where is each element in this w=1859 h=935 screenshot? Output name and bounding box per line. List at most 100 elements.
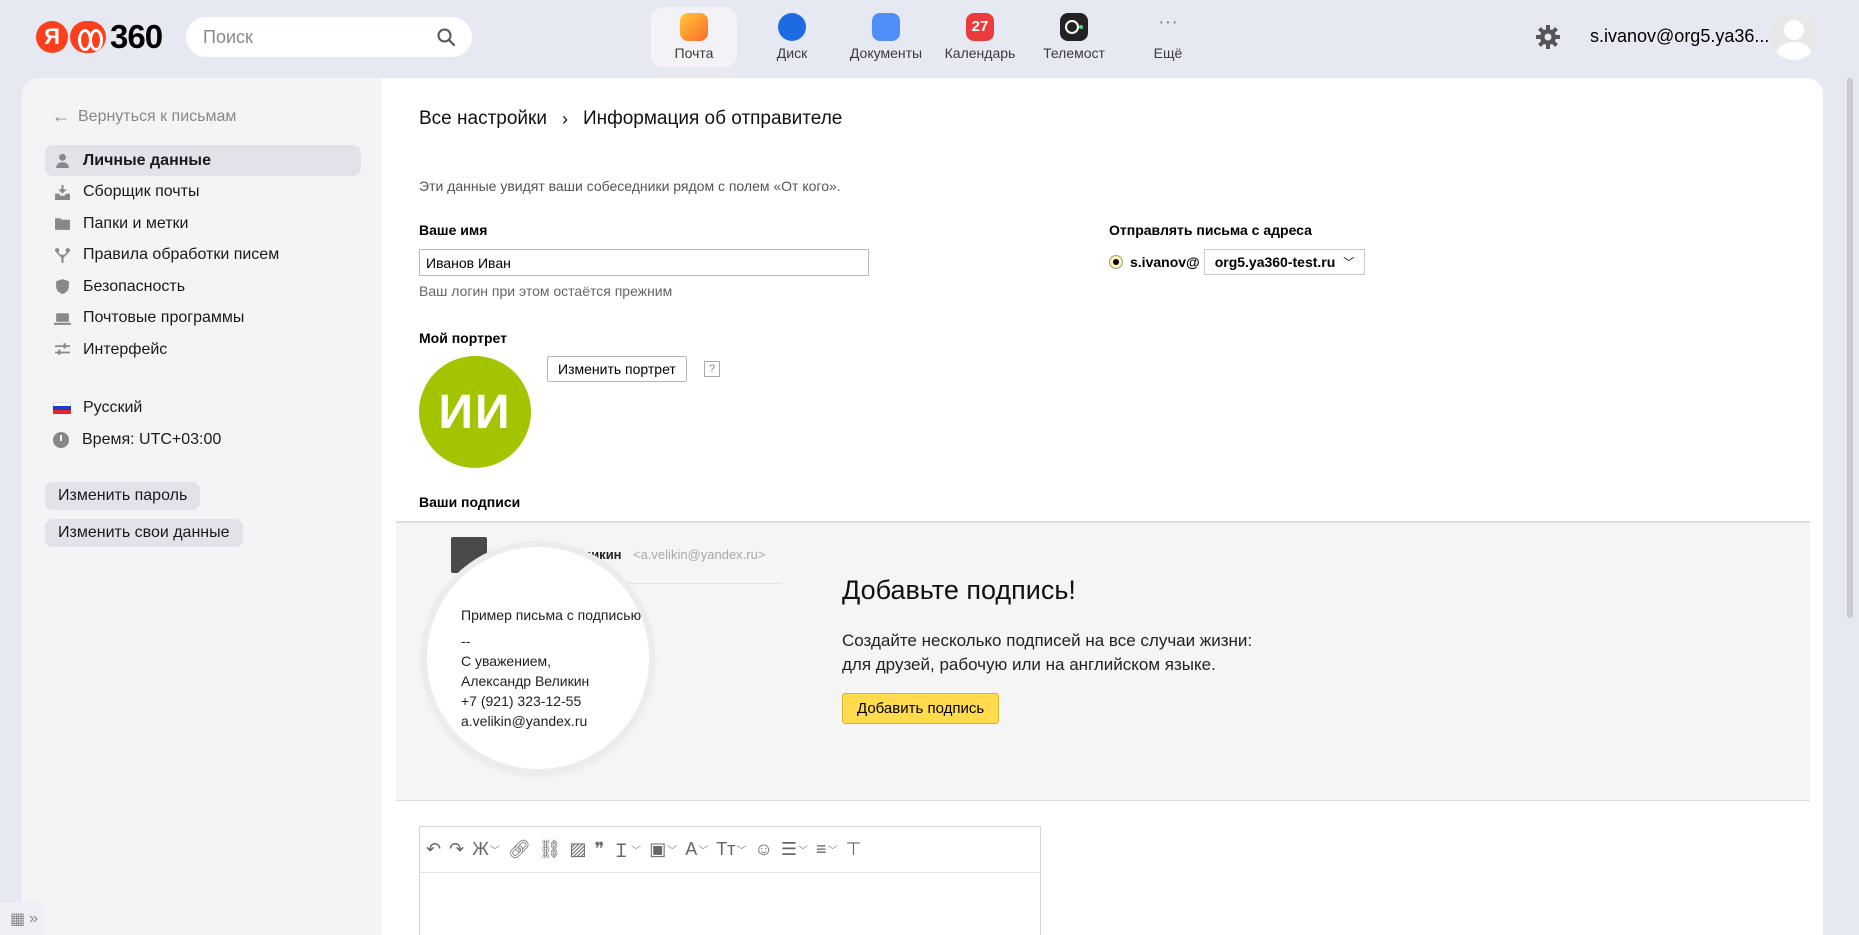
- domain-select[interactable]: org5.ya360-test.ru ﹀: [1203, 249, 1366, 275]
- language-label: Русский: [83, 398, 143, 416]
- image-icon[interactable]: ▨: [570, 839, 587, 860]
- clock-icon: [53, 431, 69, 448]
- app-label: Ещё: [1153, 45, 1183, 61]
- chevron-double-right-icon: »: [29, 909, 39, 927]
- text-case-icon[interactable]: Tт ﹀: [716, 839, 746, 860]
- app-label: Диск: [776, 45, 808, 61]
- app-more[interactable]: ··· Ещё: [1121, 7, 1215, 67]
- yandex-360-logo[interactable]: Я 360: [36, 18, 163, 56]
- calendar-icon: 27: [966, 13, 994, 41]
- documents-icon: [872, 13, 900, 41]
- example-phone: +7 (921) 323-12-55: [461, 693, 582, 709]
- text-style-icon[interactable]: ▣ ﹀: [649, 839, 677, 860]
- name-label: Ваше имя: [419, 222, 488, 238]
- search-icon[interactable]: [436, 27, 456, 47]
- add-text-line-1: Создайте несколько подписей на все случа…: [842, 631, 1253, 650]
- breadcrumb: Все настройки › Информация об отправител…: [419, 108, 842, 130]
- align-icon[interactable]: ≡ ﹀: [816, 839, 838, 860]
- domain-value: org5.ya360-test.ru: [1214, 254, 1336, 270]
- add-signature-button[interactable]: Добавить подпись: [842, 693, 1000, 724]
- person-icon: [53, 152, 71, 170]
- inbox-download-icon: [53, 183, 71, 201]
- arrow-left-icon: ←: [52, 106, 70, 126]
- more-dots-icon: ···: [1158, 11, 1178, 33]
- change-data-button[interactable]: Изменить свои данные: [45, 519, 243, 547]
- sidebar-item-label: Интерфейс: [83, 340, 168, 358]
- example-regards: С уважением,: [461, 653, 552, 669]
- sidebar-item-mail-collector[interactable]: Сборщик почты: [45, 177, 361, 208]
- timezone-selector[interactable]: Время: UTC+03:00: [45, 424, 221, 455]
- logo-rings-icon: [70, 21, 106, 53]
- redo-icon[interactable]: ↷: [449, 839, 464, 860]
- back-label: Вернуться к письмам: [78, 107, 237, 125]
- help-icon[interactable]: ?: [704, 361, 720, 377]
- page-title: Информация об отправителе: [582, 108, 843, 129]
- magnifier-circle: Пример письма с подписью -- С уважением,…: [427, 547, 649, 769]
- from-address-label: Отправлять письма с адреса: [1109, 222, 1312, 238]
- editor-toolbar: ↶ ↷ Ж ﹀ 🔗︎ ⛓︎ ▨ ❞ Ｉ ﹀ ▣ ﹀ A ﹀ Tт ﹀ ☺ ☰ ﹀ ≡ ﹀ ⊤: [420, 827, 1040, 873]
- app-switcher: Почта Диск Документы 27 Календарь Телемо…: [651, 7, 1215, 67]
- list-icon[interactable]: ☰ ﹀: [781, 839, 808, 860]
- app-telemost[interactable]: Телемост: [1027, 7, 1121, 67]
- example-subject: Пример письма с подписью: [461, 607, 642, 623]
- example-sign-name: Александр Великин: [461, 673, 590, 689]
- change-portrait-button[interactable]: Изменить портрет: [547, 356, 687, 382]
- unlink-icon[interactable]: ⛓︎: [539, 839, 562, 860]
- sidebar-item-mail-clients[interactable]: Почтовые программы: [45, 303, 361, 334]
- avatar[interactable]: [1770, 12, 1818, 60]
- mail-icon: [680, 13, 708, 41]
- gear-icon[interactable]: [1535, 24, 1561, 50]
- sidebar-item-label: Почтовые программы: [83, 309, 245, 326]
- back-to-mail-link[interactable]: ← Вернуться к письмам: [52, 106, 236, 127]
- app-label: Календарь: [944, 45, 1016, 61]
- sidebar-item-label: Безопасность: [83, 277, 186, 295]
- settings-nav: Личные данные Сборщик почты Папки и метк…: [45, 145, 361, 366]
- app-label: Почта: [674, 45, 714, 61]
- text-color-icon[interactable]: A ﹀: [685, 839, 708, 860]
- scrollbar[interactable]: [1847, 78, 1853, 618]
- change-password-button[interactable]: Изменить пароль: [45, 482, 201, 510]
- app-disk[interactable]: Диск: [745, 7, 839, 67]
- sidebar-item-security[interactable]: Безопасность: [45, 271, 361, 302]
- sidebar-item-label: Личные данные: [83, 151, 211, 169]
- name-field[interactable]: Иванов Иван: [419, 249, 869, 276]
- quote-icon[interactable]: ❞: [595, 839, 605, 860]
- rules-icon: [53, 246, 71, 264]
- sidebar-item-folders-labels[interactable]: Папки и метки: [45, 208, 361, 239]
- example-sender-email: <a.velikin@yandex.ru>: [633, 547, 766, 562]
- example-sign-email: a.velikin@yandex.ru: [461, 713, 588, 729]
- sidebar-item-interface[interactable]: Интерфейс: [45, 334, 361, 365]
- bold-icon[interactable]: Ж ﹀: [472, 839, 500, 860]
- sidebar-item-label: Папки и метки: [83, 214, 189, 232]
- breadcrumb-all-settings[interactable]: Все настройки: [419, 108, 547, 130]
- sidebar-item-label: Сборщик почты: [83, 183, 200, 200]
- timezone-label: Время: UTC+03:00: [82, 430, 222, 448]
- emoji-icon[interactable]: ☺: [755, 839, 773, 860]
- search-input[interactable]: Поиск: [186, 17, 472, 57]
- font-size-icon[interactable]: Ｉ ﹀: [612, 837, 641, 863]
- app-documents[interactable]: Документы: [839, 7, 933, 67]
- signature-editor[interactable]: ↶ ↷ Ж ﹀ 🔗︎ ⛓︎ ▨ ❞ Ｉ ﹀ ▣ ﹀ A ﹀ Tт ﹀ ☺ ☰ ﹀ ≡ ﹀ ⊤: [419, 826, 1041, 935]
- from-address-radio[interactable]: [1109, 255, 1123, 269]
- page-description: Эти данные увидят ваши собеседники рядом…: [419, 178, 841, 194]
- sidebar-item-personal-data[interactable]: Личные данные: [45, 145, 361, 176]
- sidebar-item-label: Правила обработки писем: [83, 246, 280, 263]
- sidebar-item-mail-rules[interactable]: Правила обработки писем: [45, 240, 361, 271]
- language-selector[interactable]: Русский: [45, 392, 221, 423]
- bottom-panel-toggle[interactable]: ▦ »: [0, 902, 44, 935]
- app-mail[interactable]: Почта: [651, 7, 737, 67]
- portrait-avatar: ИИ: [419, 356, 531, 468]
- app-calendar[interactable]: 27 Календарь: [933, 7, 1027, 67]
- clear-format-icon[interactable]: ⊤: [846, 839, 862, 860]
- add-text-line-2: для друзей, рабочую или на английском яз…: [842, 655, 1216, 674]
- top-bar: Я 360 Поиск Почта Диск Документы 27 Кале…: [0, 0, 1859, 78]
- chevron-down-icon: ﹀: [1343, 257, 1355, 269]
- search-placeholder: Поиск: [203, 26, 253, 47]
- undo-icon[interactable]: ↶: [426, 839, 441, 860]
- link-icon[interactable]: 🔗︎: [508, 839, 531, 860]
- portrait-label: Мой портрет: [419, 330, 507, 346]
- user-email[interactable]: s.ivanov@org5.ya36...: [1590, 26, 1769, 47]
- add-signature-title: Добавьте подпись!: [842, 575, 1076, 605]
- add-signature-text: Создайте несколько подписей на все случа…: [842, 629, 1252, 677]
- from-address-row: s.ivanov@ org5.ya360-test.ru ﹀: [1109, 249, 1366, 275]
